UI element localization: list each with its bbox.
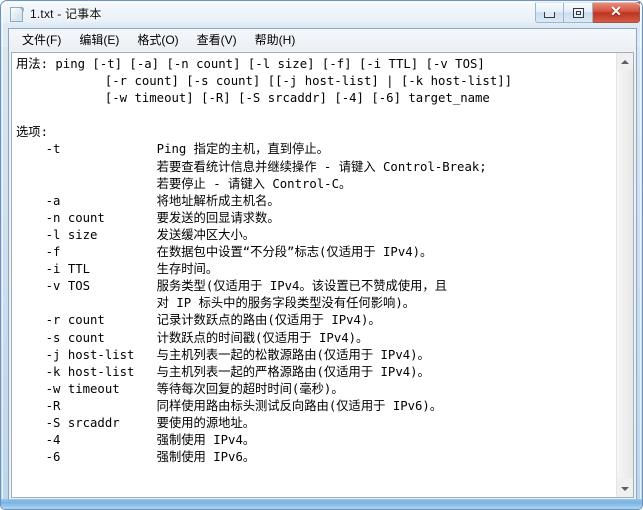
window-client-area: 文件(F) 编辑(E) 格式(O) 查看(V) 帮助(H) 用法: ping [… [8,28,637,501]
scroll-down-arrow-button[interactable] [617,480,633,497]
menu-view[interactable]: 查看(V) [188,29,246,51]
maximize-button[interactable] [564,2,593,23]
close-button[interactable]: ✕ [593,2,640,23]
close-icon: ✕ [610,4,622,20]
maximize-icon [572,7,584,18]
title-bar[interactable]: 1.txt - 记事本 ✕ [1,1,642,28]
minimize-button[interactable] [535,2,564,23]
notepad-window: 1.txt - 记事本 ✕ 文件(F) 编辑(E) 格式(O) 查看(V) 帮助… [0,0,643,510]
scrollbar-thumb[interactable] [617,70,633,478]
chevron-down-icon [621,486,629,491]
chevron-up-icon [621,59,629,64]
notepad-document-icon [10,7,25,23]
caption-button-group: ✕ [535,2,640,23]
vertical-scrollbar[interactable] [616,53,633,497]
menu-format[interactable]: 格式(O) [128,29,187,51]
menu-bar: 文件(F) 编辑(E) 格式(O) 查看(V) 帮助(H) [9,29,636,50]
document-text[interactable]: 用法: ping [-t] [-a] [-n count] [-l size] … [12,53,616,497]
menu-help[interactable]: 帮助(H) [246,29,305,51]
scroll-up-arrow-button[interactable] [617,53,633,70]
menu-edit[interactable]: 编辑(E) [70,29,128,51]
menu-file[interactable]: 文件(F) [13,29,70,51]
minimize-icon [544,11,555,18]
window-title: 1.txt - 记事本 [30,7,102,21]
text-editor-area[interactable]: 用法: ping [-t] [-a] [-n count] [-l size] … [11,52,634,498]
